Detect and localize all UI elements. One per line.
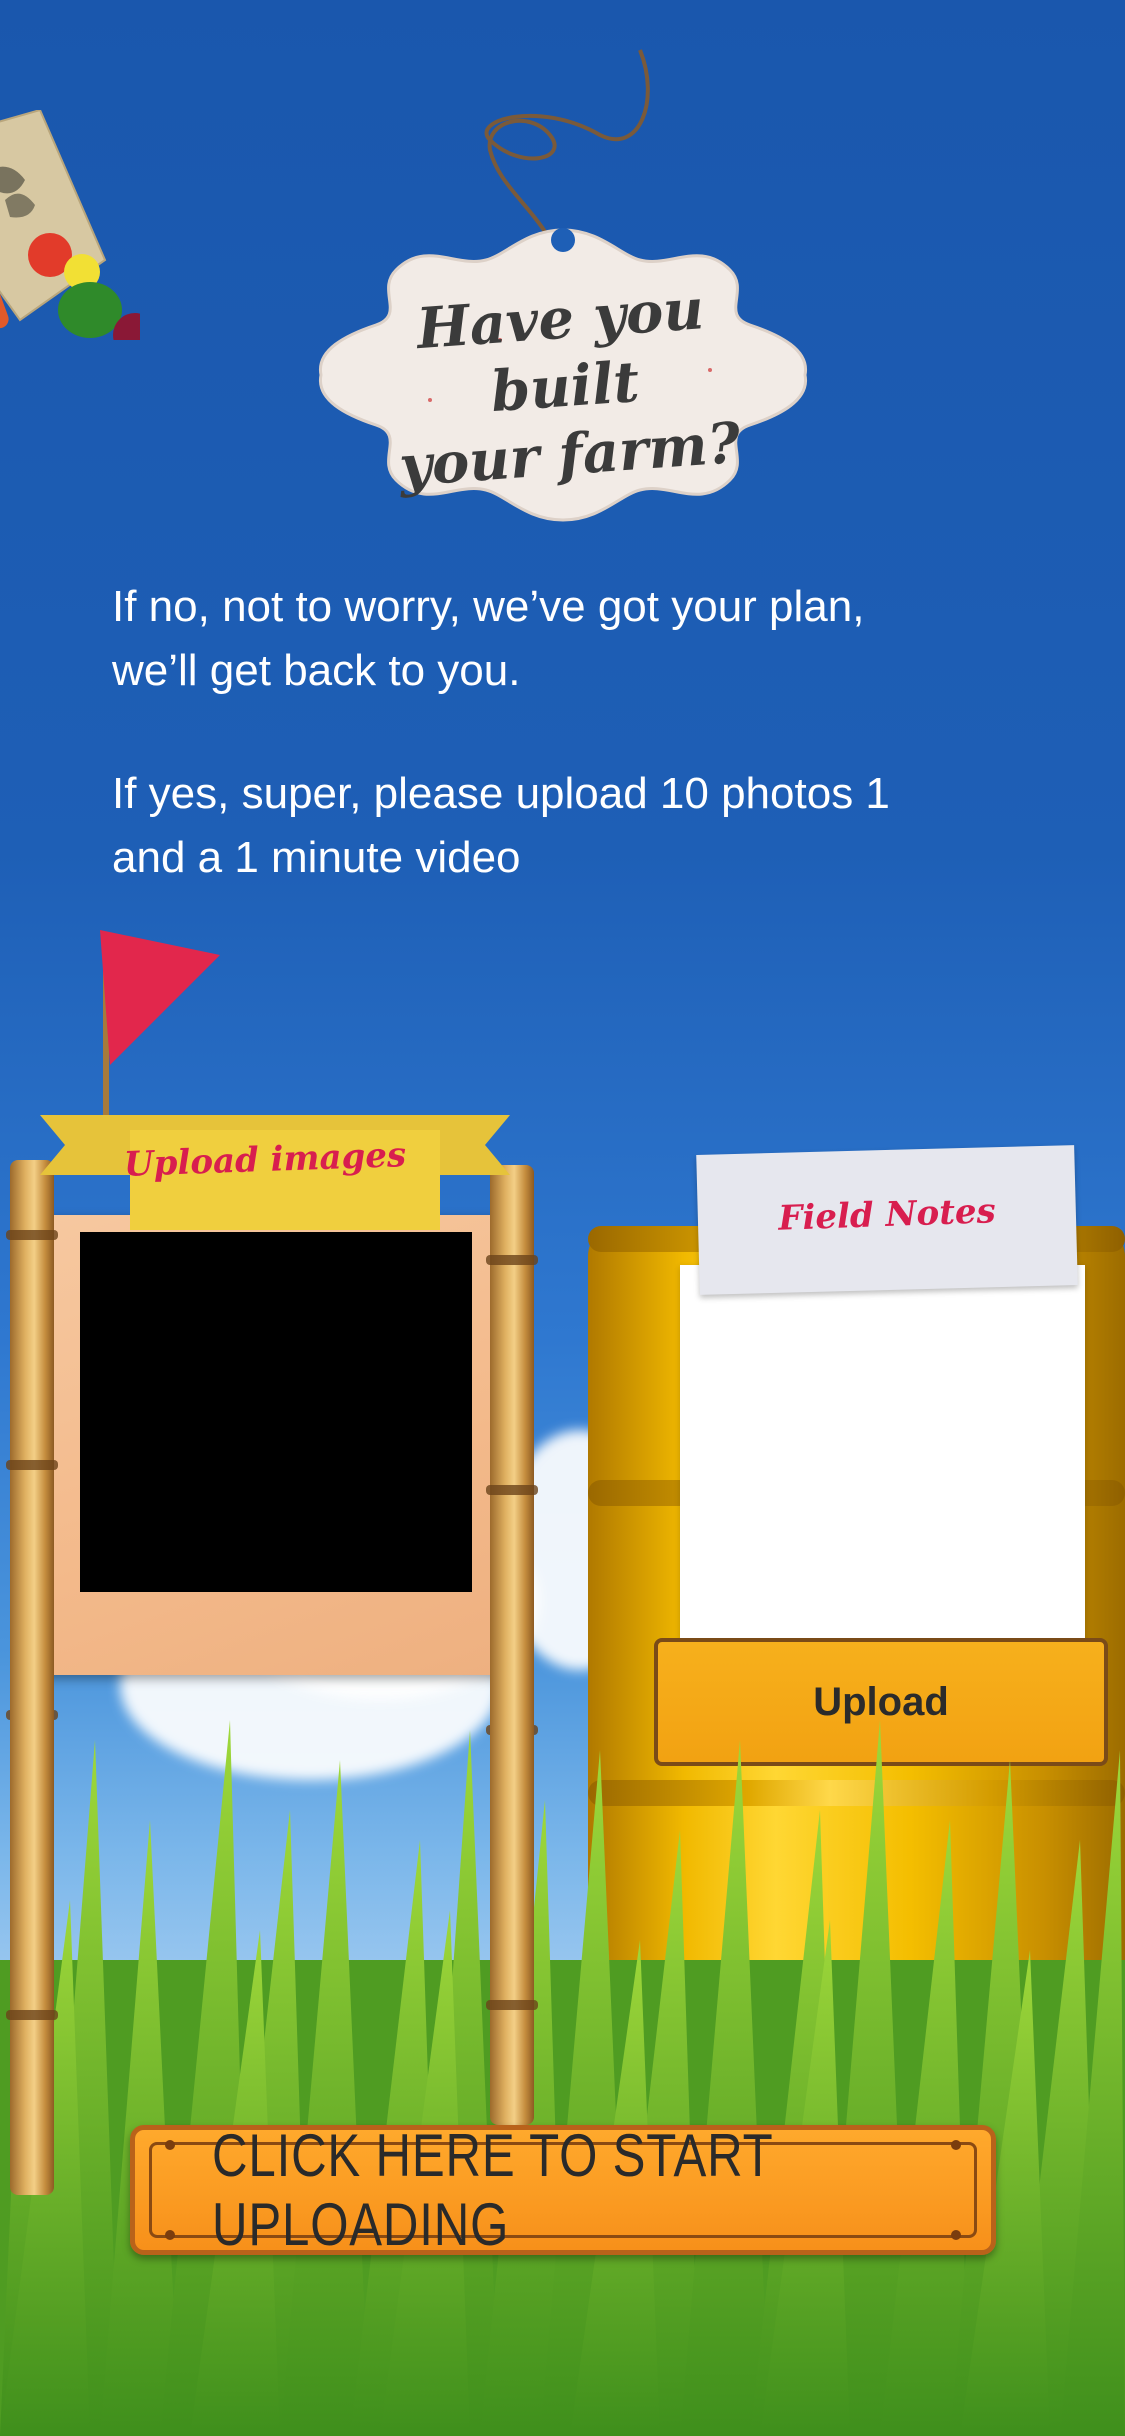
image-preview-area[interactable] [80, 1232, 472, 1592]
grass-foreground [0, 1720, 1125, 2436]
signboard-post-left-front [6, 1700, 58, 2195]
intro-paragraph-no: If no, not to worry, we’ve got your plan… [112, 582, 865, 695]
flag-icon [100, 930, 220, 1125]
tag-title: Have you built your farm? [397, 276, 743, 500]
vegetable-bag-illustration [0, 110, 140, 340]
start-uploading-label: CLICK HERE TO START UPLOADING [212, 2122, 773, 2258]
field-notes-textarea[interactable] [680, 1265, 1085, 1645]
signboard-post-right-front [486, 1700, 538, 2125]
intro-paragraph-yes: If yes, super, please upload 10 photos 1… [112, 769, 890, 882]
start-uploading-button[interactable]: CLICK HERE TO START UPLOADING [130, 2122, 996, 2258]
